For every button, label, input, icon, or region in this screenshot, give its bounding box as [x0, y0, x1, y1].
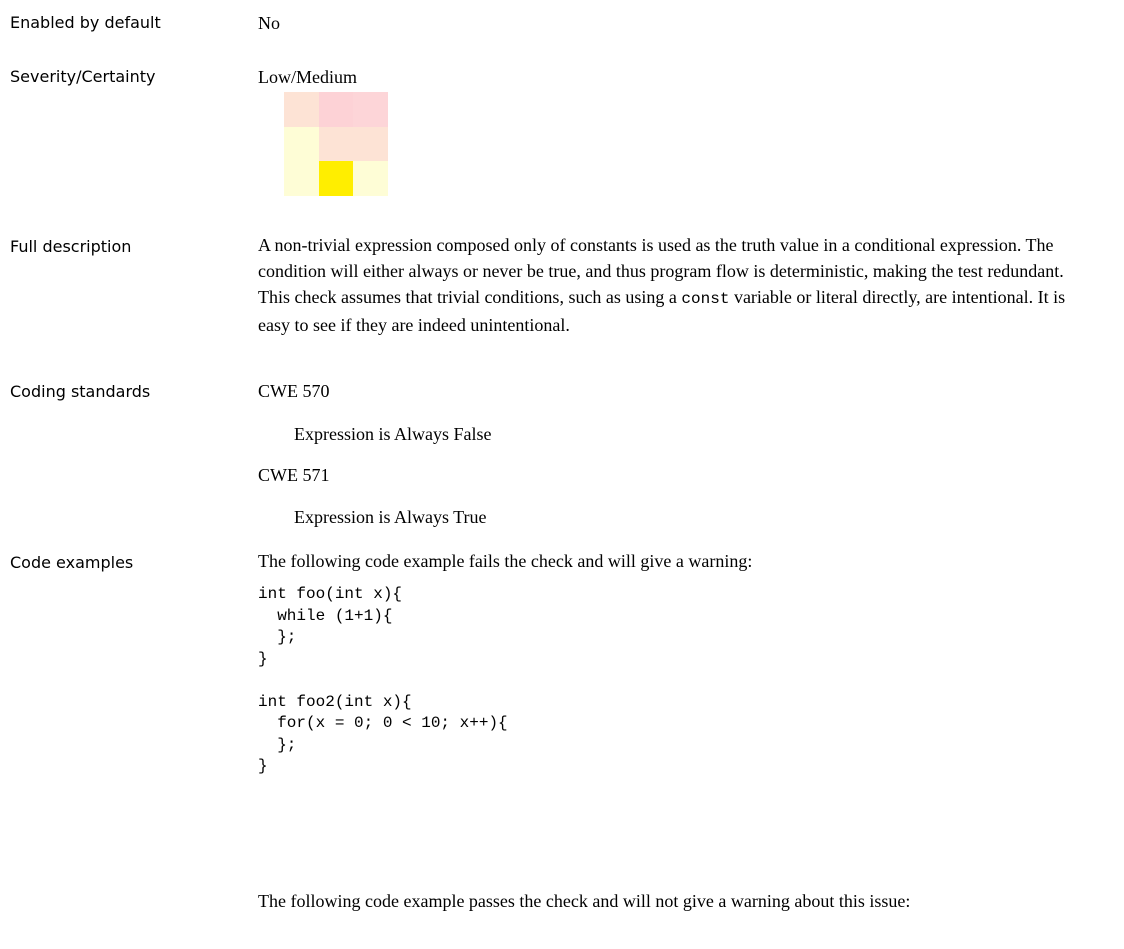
standard-id-cwe-570: CWE 570: [258, 381, 330, 401]
matrix-cell-3-2: [318, 161, 354, 196]
pass-example-intro: The following code example passes the ch…: [258, 891, 911, 911]
enabled-value: No: [258, 13, 280, 33]
matrix-cell-2-1: [284, 126, 319, 162]
matrix-cell-3-1: [284, 161, 319, 196]
matrix-cell-2-2: [318, 126, 354, 162]
severity-label: Severity/Certainty: [10, 67, 156, 86]
matrix-cell-1-3: [353, 92, 388, 127]
severity-certainty-matrix: [284, 92, 388, 196]
severity-value: Low/Medium: [258, 67, 357, 87]
enabled-label: Enabled by default: [10, 13, 161, 32]
description-text: A non-trivial expression composed only o…: [258, 232, 1078, 338]
matrix-cell-3-3: [353, 161, 388, 196]
matrix-cell-1-1: [284, 92, 319, 127]
standard-id-cwe-571: CWE 571: [258, 465, 330, 485]
fail-code-block: int foo(int x){ while (1+1){ }; } int fo…: [258, 585, 508, 775]
standard-title-cwe-570: Expression is Always False: [294, 424, 492, 444]
coding-standards-label: Coding standards: [10, 382, 151, 401]
matrix-cell-1-2: [318, 92, 354, 127]
const-keyword: const: [681, 290, 730, 308]
standard-title-cwe-571: Expression is Always True: [294, 507, 487, 527]
fail-example-intro: The following code example fails the che…: [258, 551, 753, 571]
code-examples-label: Code examples: [10, 553, 134, 572]
matrix-cell-2-3: [353, 126, 388, 162]
description-label: Full description: [10, 237, 132, 256]
